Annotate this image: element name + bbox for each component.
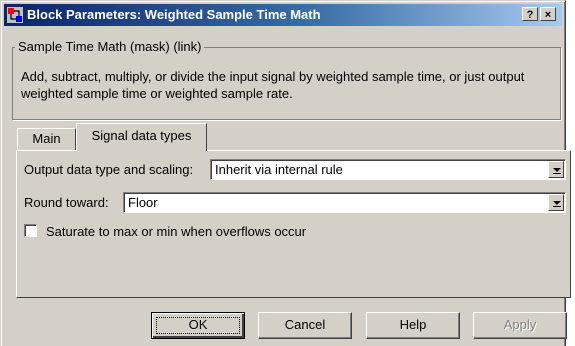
ok-button-label: OK xyxy=(188,317,208,332)
cancel-button[interactable]: Cancel xyxy=(258,312,352,339)
tab-main[interactable]: Main xyxy=(17,128,76,152)
cancel-button-label: Cancel xyxy=(284,317,326,332)
output-data-type-select[interactable]: Inherit via internal rule xyxy=(210,159,566,180)
help-title-button[interactable]: ? xyxy=(522,7,538,21)
block-parameters-dialog: Block Parameters: Weighted Sample Time M… xyxy=(0,0,571,346)
block-description: Add, subtract, multiply, or divide the i… xyxy=(21,69,525,101)
round-toward-select[interactable]: Floor xyxy=(123,192,566,213)
output-data-type-label: Output data type and scaling: xyxy=(24,162,194,177)
apply-button-label: Apply xyxy=(503,317,537,332)
apply-button[interactable]: Apply xyxy=(473,312,567,339)
help-button[interactable]: Help xyxy=(366,312,460,339)
close-title-button[interactable]: × xyxy=(540,7,556,21)
saturate-label: Saturate to max or min when overflows oc… xyxy=(46,224,307,239)
title-bar[interactable]: Block Parameters: Weighted Sample Time M… xyxy=(4,4,562,26)
ok-button[interactable]: OK xyxy=(151,312,245,339)
tab-signal-data-types[interactable]: Signal data types xyxy=(76,123,207,151)
dropdown-arrow-icon[interactable] xyxy=(548,194,564,211)
window-title: Block Parameters: Weighted Sample Time M… xyxy=(27,7,321,22)
round-toward-value: Floor xyxy=(128,195,158,210)
round-toward-label: Round toward: xyxy=(24,195,109,210)
dropdown-arrow-icon[interactable] xyxy=(548,161,564,178)
simulink-block-icon xyxy=(7,7,23,23)
help-button-label: Help xyxy=(399,317,427,332)
group-title: Sample Time Math (mask) (link) xyxy=(15,39,205,54)
saturate-checkbox[interactable] xyxy=(24,224,37,237)
output-data-type-value: Inherit via internal rule xyxy=(215,162,343,177)
